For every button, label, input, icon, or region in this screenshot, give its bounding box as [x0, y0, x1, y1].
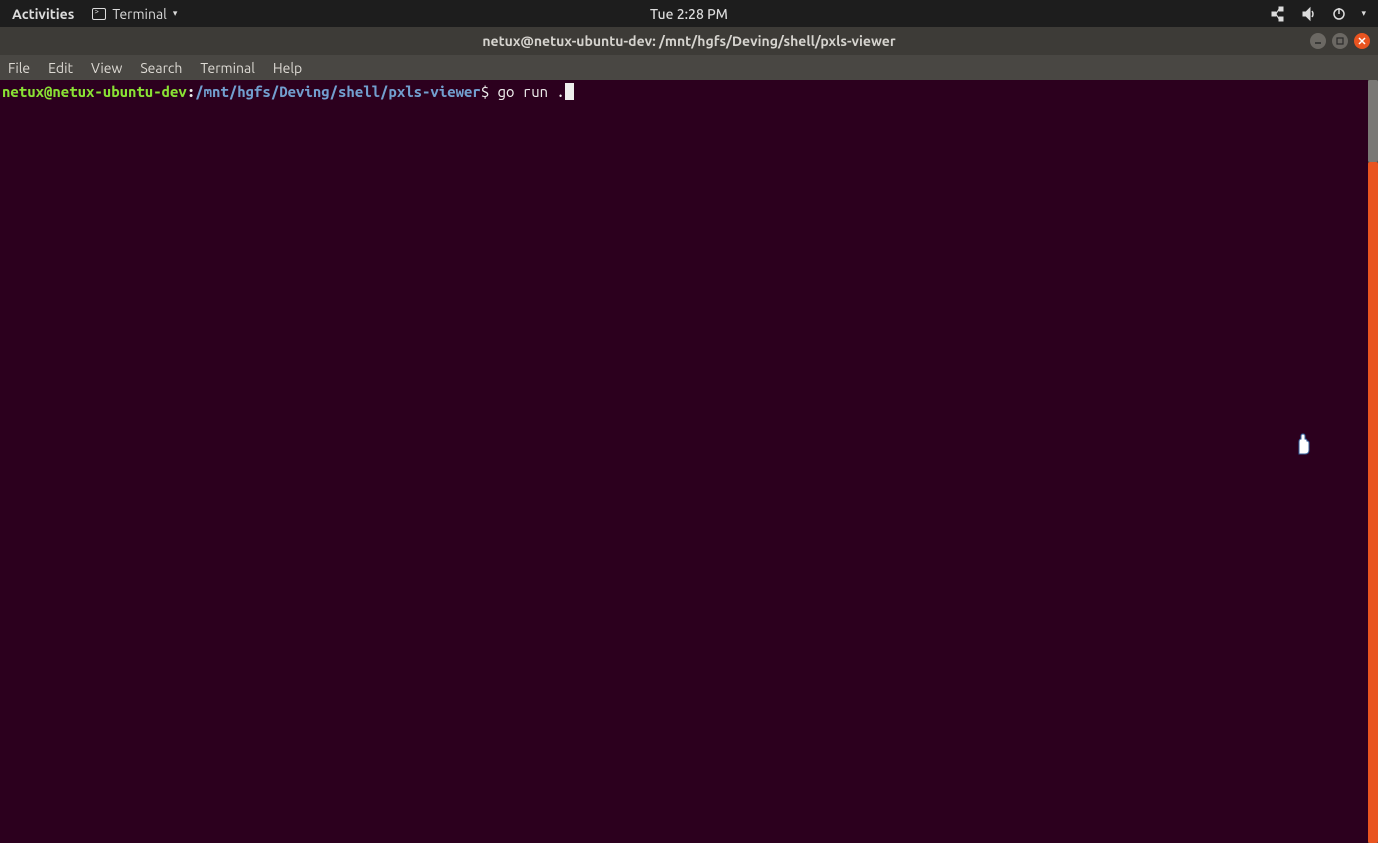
gnome-top-bar: Activities Terminal ▾ Tue 2:28 PM ▾: [0, 0, 1378, 27]
window-close-button[interactable]: [1354, 33, 1370, 49]
chevron-down-icon: ▾: [173, 8, 178, 19]
power-icon[interactable]: [1331, 6, 1347, 22]
app-menu-button[interactable]: Terminal ▾: [92, 6, 177, 22]
menu-search[interactable]: Search: [140, 60, 182, 76]
prompt-path: /mnt/hgfs/Deving/shell/pxls-viewer: [195, 83, 481, 100]
window-controls: [1310, 33, 1370, 49]
cursor-icon: [565, 83, 574, 100]
volume-icon[interactable]: [1301, 6, 1317, 22]
top-bar-left: Activities Terminal ▾: [0, 6, 177, 22]
scrollbar-thumb[interactable]: [1368, 162, 1378, 843]
window-title: netux@netux-ubuntu-dev: /mnt/hgfs/Deving…: [482, 33, 895, 49]
menu-help[interactable]: Help: [273, 60, 302, 76]
activities-button[interactable]: Activities: [12, 6, 74, 22]
terminal-content: netux@netux-ubuntu-dev:/mnt/hgfs/Deving/…: [2, 82, 1368, 101]
window-minimize-button[interactable]: [1310, 33, 1326, 49]
terminal-menubar: File Edit View Search Terminal Help: [0, 55, 1378, 80]
window-maximize-button[interactable]: [1332, 33, 1348, 49]
prompt-dollar: $: [481, 83, 489, 100]
menu-terminal[interactable]: Terminal: [200, 60, 255, 76]
app-menu-label: Terminal: [112, 6, 167, 22]
system-menu-chevron-icon[interactable]: ▾: [1361, 8, 1366, 19]
terminal-icon: [92, 8, 106, 20]
top-bar-right: ▾: [1271, 6, 1378, 22]
prompt-line: netux@netux-ubuntu-dev:/mnt/hgfs/Deving/…: [2, 82, 1368, 101]
network-icon[interactable]: [1271, 6, 1287, 22]
scrollbar-trough-upper: [1368, 80, 1378, 162]
clock-label[interactable]: Tue 2:28 PM: [650, 6, 728, 22]
menu-edit[interactable]: Edit: [48, 60, 73, 76]
prompt-user-host: netux@netux-ubuntu-dev: [2, 83, 187, 100]
prompt-separator: :: [187, 83, 195, 100]
scrollbar-track[interactable]: [1368, 80, 1378, 843]
terminal-viewport[interactable]: netux@netux-ubuntu-dev:/mnt/hgfs/Deving/…: [0, 80, 1378, 843]
command-text: go run .: [489, 83, 565, 100]
menu-file[interactable]: File: [8, 60, 30, 76]
menu-view[interactable]: View: [91, 60, 122, 76]
window-titlebar: netux@netux-ubuntu-dev: /mnt/hgfs/Deving…: [0, 27, 1378, 55]
